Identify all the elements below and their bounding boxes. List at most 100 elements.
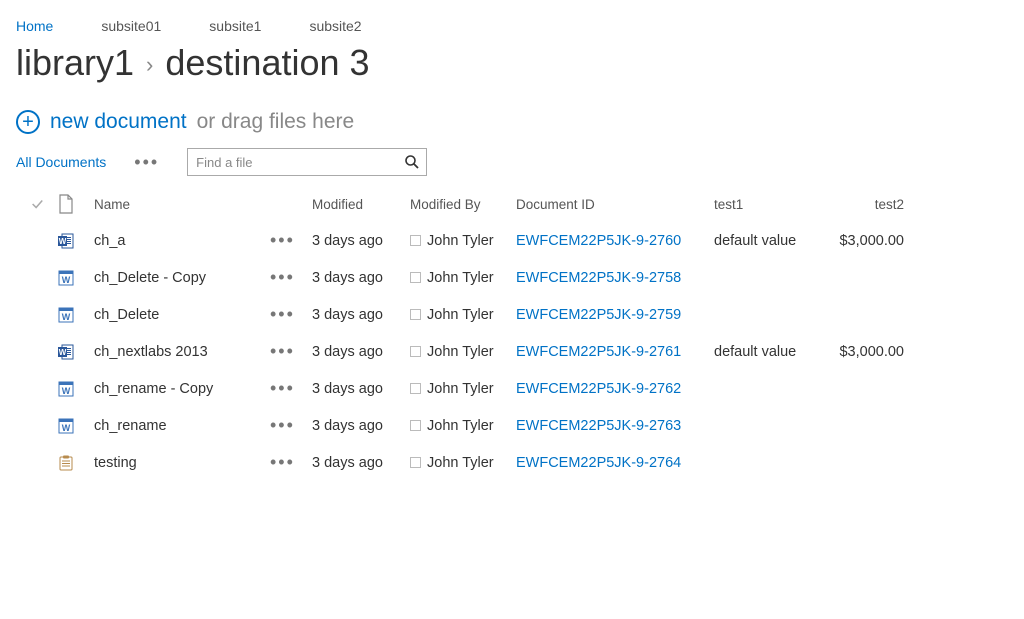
topnav-home[interactable]: Home [16, 18, 53, 34]
test2-value: $3,000.00 [824, 344, 904, 360]
file-type-icon [58, 455, 94, 471]
folder-name: destination 3 [165, 42, 369, 84]
docid-value: EWFCEM22P5JK-9-2760 [516, 233, 714, 249]
row-menu-icon[interactable]: ••• [270, 378, 312, 399]
test2-value: $3,000.00 [824, 233, 904, 249]
presence-icon [410, 235, 421, 246]
file-name[interactable]: testing [94, 455, 270, 471]
table-row[interactable]: ch_a•••3 days ago John Tyler EWFCEM22P5JK-… [16, 222, 1008, 259]
search-icon[interactable] [404, 154, 420, 170]
docid-value: EWFCEM22P5JK-9-2761 [516, 344, 714, 360]
docid-link[interactable]: EWFCEM22P5JK-9-2759 [516, 307, 681, 323]
column-docid[interactable]: Document ID [516, 197, 714, 212]
modifiedby-name[interactable]: John Tyler [427, 307, 494, 323]
type-column-icon[interactable] [58, 194, 94, 214]
presence-icon [410, 383, 421, 394]
presence-icon [410, 346, 421, 357]
column-modifiedby[interactable]: Modified By [410, 197, 516, 212]
modifiedby-name[interactable]: John Tyler [427, 344, 494, 360]
docid-value: EWFCEM22P5JK-9-2762 [516, 381, 714, 397]
table-row[interactable]: ch_nextlabs 2013•••3 days ago John Tyler E… [16, 333, 1008, 370]
test1-value: default value [714, 344, 824, 360]
presence-icon [410, 420, 421, 431]
file-type-icon [58, 344, 94, 360]
modified-value: 3 days ago [312, 270, 410, 286]
modifiedby-value: John Tyler [410, 307, 516, 323]
test1-value: default value [714, 233, 824, 249]
modifiedby-value: John Tyler [410, 344, 516, 360]
file-name[interactable]: ch_Delete - Copy [94, 270, 270, 286]
presence-icon [410, 272, 421, 283]
file-type-icon [58, 233, 94, 249]
modifiedby-value: John Tyler [410, 418, 516, 434]
modified-value: 3 days ago [312, 418, 410, 434]
table-row[interactable]: testing•••3 days ago John Tyler EWFCEM22P5… [16, 444, 1008, 481]
file-type-icon [58, 307, 94, 323]
docid-link[interactable]: EWFCEM22P5JK-9-2760 [516, 233, 681, 249]
docid-link[interactable]: EWFCEM22P5JK-9-2764 [516, 455, 681, 471]
modifiedby-value: John Tyler [410, 455, 516, 471]
modifiedby-name[interactable]: John Tyler [427, 381, 494, 397]
docid-link[interactable]: EWFCEM22P5JK-9-2758 [516, 270, 681, 286]
modifiedby-value: John Tyler [410, 270, 516, 286]
document-table: Name Modified Modified By Document ID te… [16, 194, 1008, 481]
chevron-right-icon: › [146, 52, 153, 78]
row-menu-icon[interactable]: ••• [270, 415, 312, 436]
topnav-subsite1[interactable]: subsite1 [209, 18, 261, 34]
view-more-icon[interactable]: ••• [134, 152, 159, 173]
modified-value: 3 days ago [312, 455, 410, 471]
docid-value: EWFCEM22P5JK-9-2764 [516, 455, 714, 471]
row-menu-icon[interactable]: ••• [270, 304, 312, 325]
docid-value: EWFCEM22P5JK-9-2759 [516, 307, 714, 323]
search-box[interactable] [187, 148, 427, 176]
table-row[interactable]: ch_rename•••3 days ago John Tyler EWFCEM22… [16, 407, 1008, 444]
modifiedby-name[interactable]: John Tyler [427, 455, 494, 471]
file-name[interactable]: ch_rename [94, 418, 270, 434]
docid-link[interactable]: EWFCEM22P5JK-9-2761 [516, 344, 681, 360]
modifiedby-name[interactable]: John Tyler [427, 418, 494, 434]
row-menu-icon[interactable]: ••• [270, 341, 312, 362]
table-row[interactable]: ch_Delete•••3 days ago John Tyler EWFCEM22… [16, 296, 1008, 333]
new-document-hint: or drag files here [197, 110, 355, 134]
row-menu-icon[interactable]: ••• [270, 230, 312, 251]
search-input[interactable] [196, 155, 404, 170]
table-header: Name Modified Modified By Document ID te… [16, 194, 1008, 214]
file-type-icon [58, 381, 94, 397]
modified-value: 3 days ago [312, 344, 410, 360]
row-menu-icon[interactable]: ••• [270, 267, 312, 288]
new-document-link[interactable]: new document [50, 110, 187, 134]
file-name[interactable]: ch_rename - Copy [94, 381, 270, 397]
modifiedby-value: John Tyler [410, 381, 516, 397]
file-name[interactable]: ch_Delete [94, 307, 270, 323]
table-row[interactable]: ch_rename - Copy•••3 days ago John Tyler E… [16, 370, 1008, 407]
topnav-subsite01[interactable]: subsite01 [101, 18, 161, 34]
file-name[interactable]: ch_nextlabs 2013 [94, 344, 270, 360]
modifiedby-name[interactable]: John Tyler [427, 233, 494, 249]
modified-value: 3 days ago [312, 233, 410, 249]
modifiedby-name[interactable]: John Tyler [427, 270, 494, 286]
docid-value: EWFCEM22P5JK-9-2763 [516, 418, 714, 434]
modified-value: 3 days ago [312, 381, 410, 397]
column-test2[interactable]: test2 [824, 197, 904, 212]
table-row[interactable]: ch_Delete - Copy•••3 days ago John Tyler E… [16, 259, 1008, 296]
new-document-row: + new document or drag files here [16, 110, 1008, 134]
top-nav: Home subsite01 subsite1 subsite2 [16, 18, 1008, 34]
toolbar: All Documents ••• [16, 148, 1008, 176]
file-name[interactable]: ch_a [94, 233, 270, 249]
row-menu-icon[interactable]: ••• [270, 452, 312, 473]
docid-link[interactable]: EWFCEM22P5JK-9-2763 [516, 418, 681, 434]
plus-circle-icon[interactable]: + [16, 110, 40, 134]
modifiedby-value: John Tyler [410, 233, 516, 249]
presence-icon [410, 309, 421, 320]
library-name[interactable]: library1 [16, 42, 134, 84]
page-title: library1 › destination 3 [16, 42, 1008, 84]
modified-value: 3 days ago [312, 307, 410, 323]
topnav-subsite2[interactable]: subsite2 [309, 18, 361, 34]
view-all-documents[interactable]: All Documents [16, 154, 106, 170]
column-modified[interactable]: Modified [312, 197, 410, 212]
column-name[interactable]: Name [94, 197, 270, 212]
docid-value: EWFCEM22P5JK-9-2758 [516, 270, 714, 286]
docid-link[interactable]: EWFCEM22P5JK-9-2762 [516, 381, 681, 397]
column-test1[interactable]: test1 [714, 197, 824, 212]
select-all-column[interactable] [16, 197, 58, 211]
